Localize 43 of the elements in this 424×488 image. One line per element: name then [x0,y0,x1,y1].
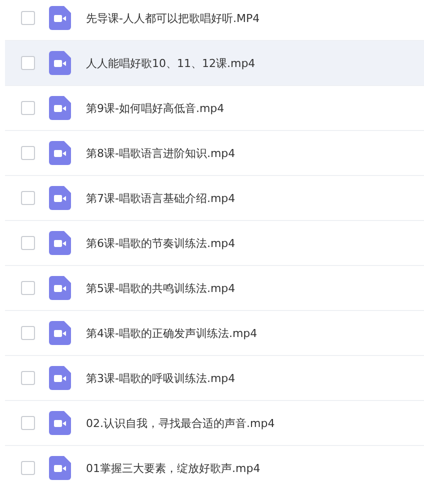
file-name: 第7课-唱歌语言基础介绍.mp4 [86,190,236,206]
video-file-icon [49,96,71,120]
file-name: 第4课-唱歌的正确发声训练法.mp4 [86,326,258,340]
file-row[interactable]: 第9课-如何唱好高低音.mp4 [5,86,424,131]
file-name: 人人能唱好歌10、11、12课.mp4 [86,56,256,70]
file-row[interactable]: 第6课-唱歌的节奏训练法.mp4 [5,221,424,266]
checkbox[interactable] [21,326,35,340]
checkbox[interactable] [21,56,35,70]
file-row[interactable]: 02.认识自我，寻找最合适的声音.mp4 [5,401,424,446]
file-name: 第8课-唱歌语言进阶知识.mp4 [86,146,236,160]
video-file-icon [49,456,71,480]
video-file-icon [49,321,71,345]
file-name: 第9课-如何唱好高低音.mp4 [86,100,224,116]
checkbox[interactable] [21,146,35,160]
file-name: 第3课-唱歌的呼吸训练法.mp4 [86,370,236,386]
file-row[interactable]: 01掌握三大要素，绽放好歌声.mp4 [5,446,424,488]
video-file-icon [49,411,71,435]
checkbox[interactable] [21,461,35,475]
checkbox[interactable] [21,371,35,385]
video-file-icon [49,231,71,255]
file-name: 02.认识自我，寻找最合适的声音.mp4 [86,416,275,430]
file-name: 第6课-唱歌的节奏训练法.mp4 [86,236,236,250]
checkbox[interactable] [21,236,35,250]
video-file-icon [49,186,71,210]
video-file-icon [49,6,71,30]
file-row[interactable]: 人人能唱好歌10、11、12课.mp4 [5,41,424,86]
file-row[interactable]: 第5课-唱歌的共鸣训练法.mp4 [5,266,424,311]
video-file-icon [49,366,71,390]
checkbox[interactable] [21,101,35,115]
file-row[interactable]: 第7课-唱歌语言基础介绍.mp4 [5,176,424,221]
checkbox[interactable] [21,191,35,205]
checkbox[interactable] [21,281,35,295]
file-name: 01掌握三大要素，绽放好歌声.mp4 [86,460,260,476]
video-file-icon [49,51,71,75]
file-row[interactable]: 第4课-唱歌的正确发声训练法.mp4 [5,311,424,356]
file-row[interactable]: 第3课-唱歌的呼吸训练法.mp4 [5,356,424,401]
file-name: 先导课-人人都可以把歌唱好听.MP4 [86,10,260,26]
video-file-icon [49,141,71,165]
file-name: 第5课-唱歌的共鸣训练法.mp4 [86,280,236,296]
checkbox[interactable] [21,416,35,430]
file-row[interactable]: 第8课-唱歌语言进阶知识.mp4 [5,131,424,176]
checkbox[interactable] [21,11,35,25]
video-file-icon [49,276,71,300]
